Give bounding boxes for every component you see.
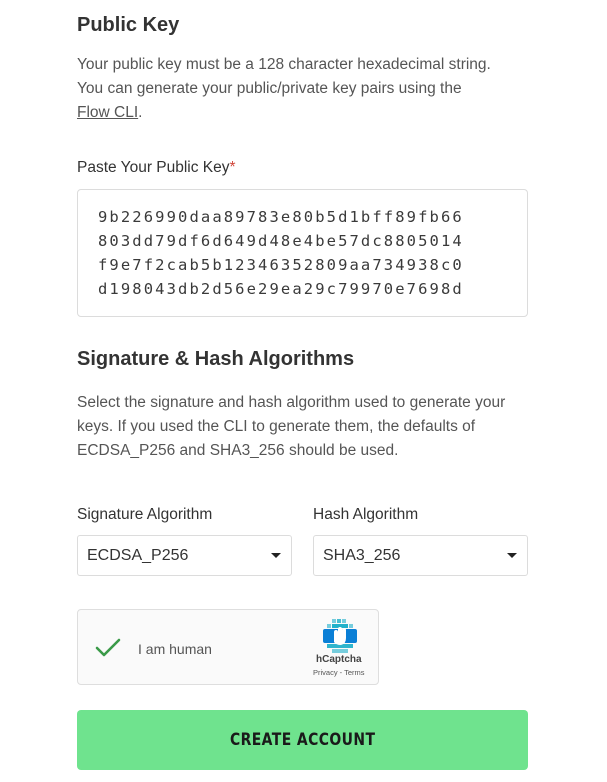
public-key-description-line-1: Your public key must be a 128 character … [77, 56, 491, 73]
hcaptcha-brand: hCaptcha [316, 654, 362, 665]
public-key-description-line-2: You can generate your public/private key… [77, 80, 462, 97]
checkmark-icon[interactable] [95, 637, 121, 664]
public-key-description: Your public key must be a 128 character … [77, 53, 537, 125]
algorithms-description: Select the signature and hash algorithm … [77, 391, 547, 463]
description-period: . [138, 104, 143, 121]
chevron-down-icon [271, 553, 281, 558]
public-key-title: Public Key [77, 14, 180, 36]
key-line-4: d198043db2d56e29ea29c79970e7698d [98, 280, 464, 298]
key-line-3: f9e7f2cab5b12346352809aa734938c0 [98, 256, 464, 274]
public-key-field-label-text: Paste Your Public Key [77, 159, 230, 176]
hash-algorithm-select[interactable]: SHA3_256 [313, 535, 528, 576]
public-key-textarea[interactable]: 9b226990daa89783e80b5d1bff89fb66 803dd79d… [77, 189, 528, 317]
hcaptcha-logo-icon [323, 619, 357, 658]
algorithms-description-line-1: Select the signature and hash algorithm … [77, 394, 506, 411]
key-line-1: 9b226990daa89783e80b5d1bff89fb66 [98, 208, 464, 226]
signature-algorithm-value: ECDSA_P256 [87, 547, 189, 564]
hash-algorithm-value: SHA3_256 [323, 547, 401, 564]
algorithms-description-line-2: keys. If you used the CLI to generate th… [77, 418, 476, 435]
hcaptcha-widget: I am human hCaptcha Privacy - Terms [77, 609, 379, 685]
algorithms-description-line-3: ECDSA_P256 and SHA3_256 should be used. [77, 442, 399, 459]
hash-algorithm-label: Hash Algorithm [313, 506, 419, 523]
signature-algorithm-select[interactable]: ECDSA_P256 [77, 535, 292, 576]
create-account-label: CREATE ACCOUNT [229, 730, 376, 750]
create-account-button[interactable]: CREATE ACCOUNT [77, 710, 528, 770]
chevron-down-icon [507, 553, 517, 558]
signature-algorithm-label: Signature Algorithm [77, 506, 213, 523]
required-marker: * [229, 159, 236, 176]
public-key-description-line-3: Flow CLI. [77, 101, 537, 125]
hcaptcha-privacy-terms-link[interactable]: Privacy - Terms [313, 668, 365, 677]
algorithms-title: Signature & Hash Algorithms [77, 348, 355, 370]
captcha-label: I am human [138, 641, 212, 657]
public-key-field-label: Paste Your Public Key* [77, 159, 236, 177]
key-line-2: 803dd79df6d649d48e4be57dc8805014 [98, 232, 464, 250]
flow-cli-link[interactable]: Flow CLI [77, 104, 138, 121]
